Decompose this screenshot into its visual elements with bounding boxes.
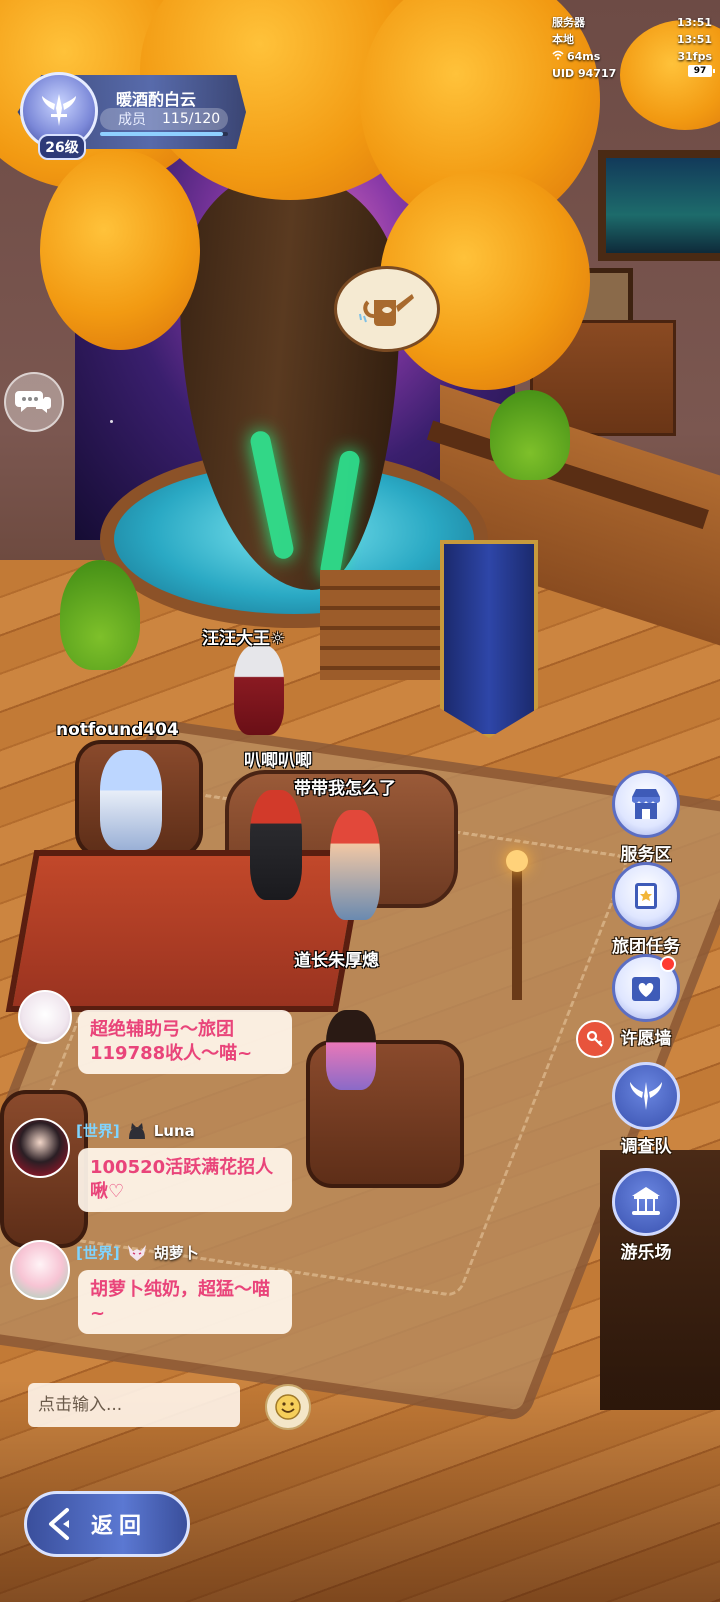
local-label: 本地 xyxy=(552,33,574,46)
user-avatar xyxy=(10,1118,70,1178)
back-label: 返回 xyxy=(91,1514,148,1539)
ping-value: 64ms xyxy=(567,50,601,63)
chat-username[interactable]: Luna xyxy=(154,1122,195,1140)
coffee-table xyxy=(5,850,367,1012)
wall-banner xyxy=(440,540,538,738)
chat-header: [世界] Luna xyxy=(76,1120,195,1141)
watering-can-icon xyxy=(359,294,414,326)
fox-mask-icon xyxy=(126,1243,148,1263)
smiley-icon xyxy=(275,1394,301,1420)
potted-plant xyxy=(60,560,140,670)
chat-message-text: 胡萝卜纯奶，超猛～喵~ xyxy=(78,1270,292,1334)
player-nametag: 道长朱厚熜 xyxy=(294,951,379,971)
watering-can-bubble[interactable] xyxy=(334,266,440,352)
side-menu-label: 许愿墙 xyxy=(620,1029,672,1049)
server-time: 13:51 xyxy=(676,16,712,29)
player-character[interactable] xyxy=(330,810,380,920)
tree-leaves xyxy=(40,150,200,350)
chat-username[interactable]: 胡萝卜 xyxy=(154,1242,199,1263)
wings-emblem-icon xyxy=(612,1062,680,1130)
chat-message-text: 超绝辅助弓～旅团119788收人～喵~ xyxy=(78,1010,292,1074)
back-button[interactable]: 返回 xyxy=(24,1491,190,1557)
player-character[interactable] xyxy=(100,750,162,850)
wish-wall-button[interactable]: 许愿墙 xyxy=(606,954,686,1049)
winged-sword-icon xyxy=(42,94,76,126)
members-label: 成员 xyxy=(118,112,146,128)
shop-icon xyxy=(612,770,680,838)
chat-input[interactable] xyxy=(28,1383,240,1427)
carousel-icon xyxy=(612,1168,680,1236)
player-character[interactable] xyxy=(326,1010,376,1090)
members-progress-fill xyxy=(100,132,223,136)
chat-bubbles-icon xyxy=(15,391,51,413)
members-progress-bar xyxy=(100,132,228,136)
chat-channel-tag: [世界] xyxy=(76,1244,120,1262)
fps-value: 31fps xyxy=(677,50,712,63)
chat-channel-tag: [世界] xyxy=(76,1122,120,1140)
uid-value: UID 94717 xyxy=(552,67,617,80)
server-label: 服务器 xyxy=(552,16,585,29)
back-arrow-icon xyxy=(39,1502,83,1546)
task-book-icon xyxy=(612,862,680,930)
key-icon[interactable] xyxy=(576,1020,614,1058)
user-avatar xyxy=(18,990,72,1044)
guild-name: 暖酒酌白云 xyxy=(116,90,197,109)
player-nametag: 汪汪大王☼ xyxy=(202,629,286,649)
stairs xyxy=(320,570,440,680)
player-nametag: 带带我怎么了 xyxy=(294,779,396,799)
side-menu-label: 调查队 xyxy=(620,1137,672,1157)
investigation-team-button[interactable]: 调查队 xyxy=(606,1062,686,1157)
cat-icon xyxy=(126,1121,148,1141)
notification-dot xyxy=(660,956,676,972)
local-time: 13:51 xyxy=(676,33,712,46)
player-nametag: notfound404 xyxy=(56,720,179,740)
chat-message-text: 100520活跃满花招人啾♡ xyxy=(78,1148,292,1212)
user-avatar xyxy=(10,1240,70,1300)
chat-header: [世界] 胡萝卜 xyxy=(76,1242,199,1263)
emoji-button[interactable] xyxy=(265,1384,311,1430)
lamp-light xyxy=(506,850,528,872)
service-area-button[interactable]: 服务区 xyxy=(606,770,686,865)
side-menu-label: 游乐场 xyxy=(620,1243,672,1263)
wifi-icon xyxy=(552,48,564,65)
potted-plant xyxy=(490,390,570,480)
playground-button[interactable]: 游乐场 xyxy=(606,1168,686,1263)
floor-lamp xyxy=(512,860,522,1000)
battery-icon: 97 xyxy=(688,65,715,77)
guild-level-badge: 26级 xyxy=(38,134,86,160)
player-nametag: 叭唧叭唧 xyxy=(244,751,312,771)
members-count: 115/120 xyxy=(162,111,221,127)
chat-toggle-button[interactable] xyxy=(4,372,64,432)
guild-members: 成员 115/120 xyxy=(100,108,228,130)
player-character[interactable] xyxy=(234,645,284,735)
guild-task-button[interactable]: 旅团任务 xyxy=(606,862,686,957)
network-stats: 服务器 13:51 本地 13:51 64ms 31fps UID 94717 97 xyxy=(552,14,715,82)
wall-painting xyxy=(598,150,720,261)
player-character[interactable] xyxy=(250,790,302,900)
star xyxy=(110,420,113,423)
